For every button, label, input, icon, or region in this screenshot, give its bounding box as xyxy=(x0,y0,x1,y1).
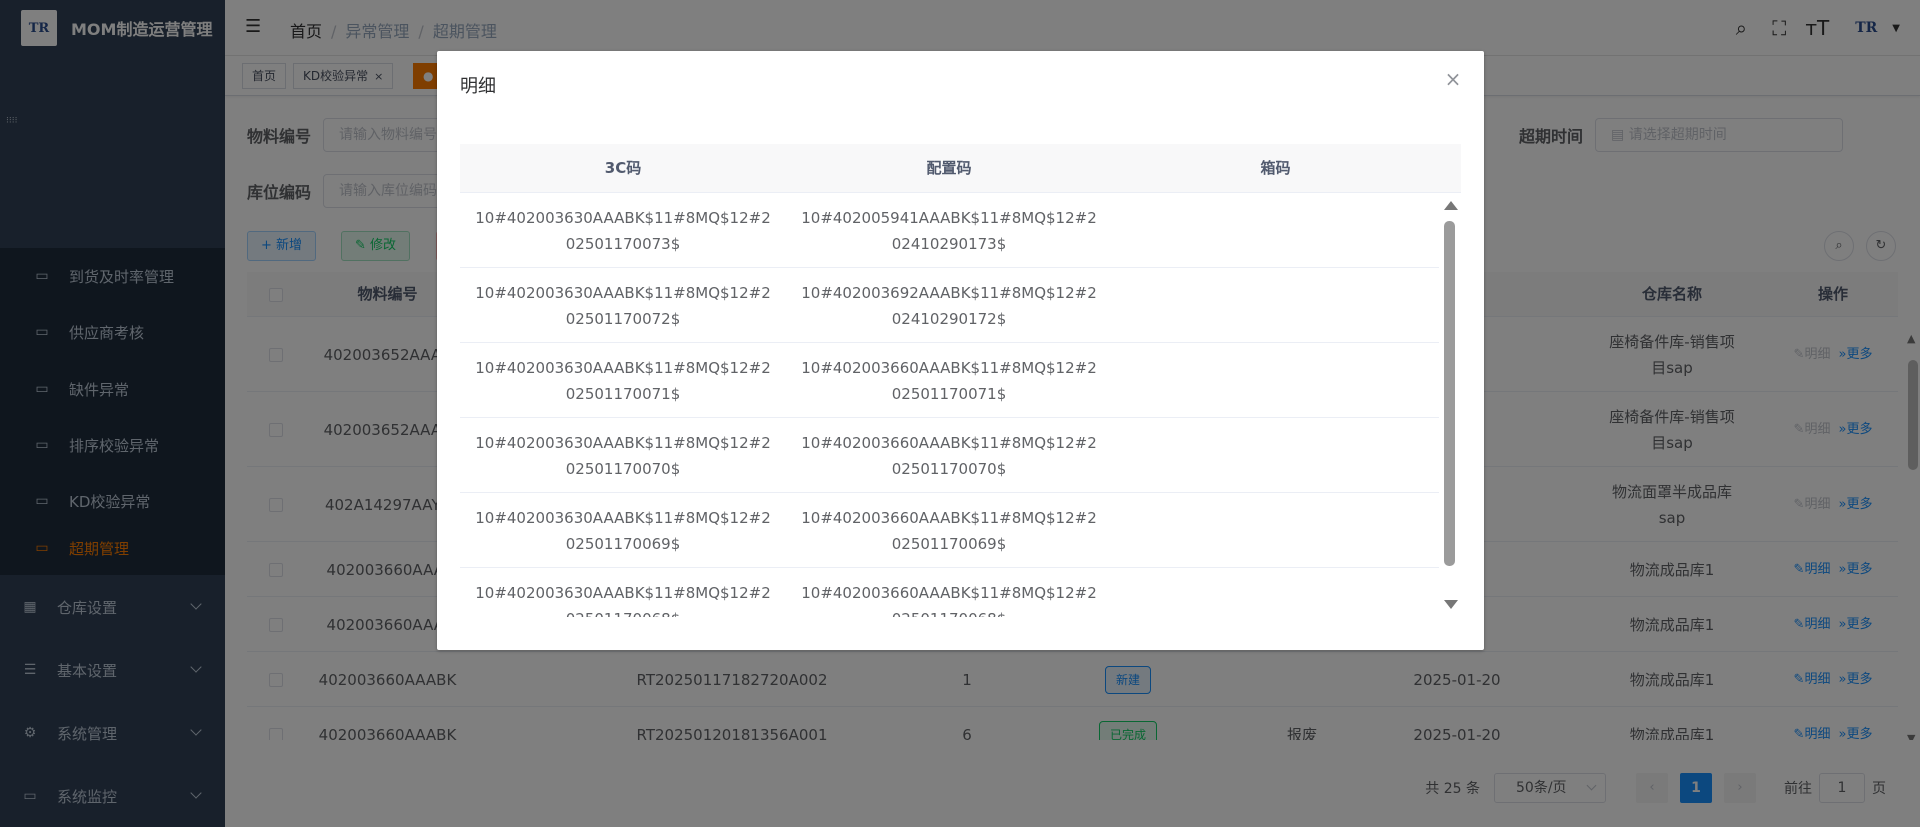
box-code xyxy=(1112,193,1439,268)
detail-row: 10#402003630AAABK$11#8MQ$12#202501170069… xyxy=(460,493,1439,568)
detail-row: 10#402003630AAABK$11#8MQ$12#202501170073… xyxy=(460,193,1439,268)
scroll-thumb[interactable] xyxy=(1444,221,1455,566)
detail-row: 10#402003630AAABK$11#8MQ$12#202501170072… xyxy=(460,268,1439,343)
box-code xyxy=(1112,568,1439,617)
dialog-title: 明细 xyxy=(460,76,496,97)
column-config-code: 配置码 xyxy=(926,159,972,177)
code-3c: 10#402003630AAABK$11#8MQ$12#202501170068… xyxy=(475,583,771,618)
detail-table-body: 10#402003630AAABK$11#8MQ$12#202501170073… xyxy=(460,193,1439,617)
config-code: 10#402003692AAABK$11#8MQ$12#202410290172… xyxy=(801,283,1097,328)
box-code xyxy=(1112,418,1439,493)
close-icon[interactable]: × xyxy=(1442,68,1464,90)
config-code: 10#402003660AAABK$11#8MQ$12#202501170071… xyxy=(801,358,1097,403)
scroll-up-icon[interactable] xyxy=(1444,201,1458,210)
detail-row: 10#402003630AAABK$11#8MQ$12#202501170071… xyxy=(460,343,1439,418)
column-3c-code: 3C码 xyxy=(604,159,642,177)
detail-table-header: 3C码 配置码 箱码 xyxy=(460,144,1461,193)
box-code xyxy=(1112,343,1439,418)
scroll-down-icon[interactable] xyxy=(1444,600,1458,609)
detail-row: 10#402003630AAABK$11#8MQ$12#202501170068… xyxy=(460,568,1439,618)
box-code xyxy=(1112,268,1439,343)
code-3c: 10#402003630AAABK$11#8MQ$12#202501170069… xyxy=(475,508,771,553)
code-3c: 10#402003630AAABK$11#8MQ$12#202501170071… xyxy=(475,358,771,403)
detail-row: 10#402003630AAABK$11#8MQ$12#202501170070… xyxy=(460,418,1439,493)
detail-scrollbar[interactable] xyxy=(1439,193,1461,617)
code-3c: 10#402003630AAABK$11#8MQ$12#202501170070… xyxy=(475,433,771,478)
config-code: 10#402003660AAABK$11#8MQ$12#202501170069… xyxy=(801,508,1097,553)
box-code xyxy=(1112,493,1439,568)
code-3c: 10#402003630AAABK$11#8MQ$12#202501170073… xyxy=(475,208,771,253)
detail-table: 3C码 配置码 箱码 10#402003630AAABK$11#8MQ$12#2… xyxy=(460,144,1461,617)
config-code: 10#402005941AAABK$11#8MQ$12#202410290173… xyxy=(801,208,1097,253)
code-3c: 10#402003630AAABK$11#8MQ$12#202501170072… xyxy=(475,283,771,328)
column-box-code: 箱码 xyxy=(1260,159,1291,177)
config-code: 10#402003660AAABK$11#8MQ$12#202501170068… xyxy=(801,583,1097,618)
detail-dialog: 明细 × 3C码 配置码 箱码 10#402003630AAABK$11#8MQ… xyxy=(437,51,1484,650)
config-code: 10#402003660AAABK$11#8MQ$12#202501170070… xyxy=(801,433,1097,478)
